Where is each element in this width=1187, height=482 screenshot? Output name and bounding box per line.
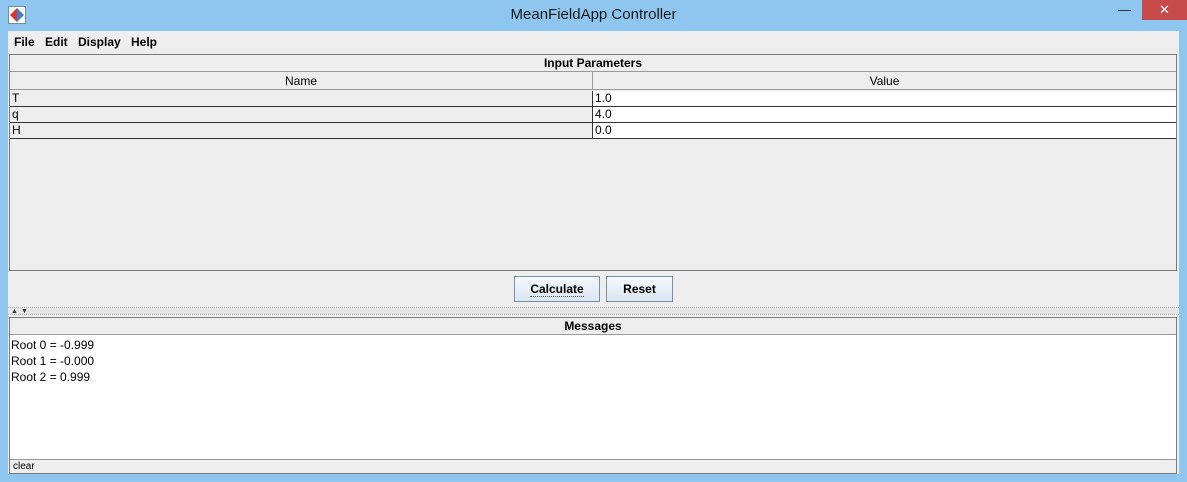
- param-name-cell[interactable]: H: [10, 123, 593, 138]
- message-line: Root 2 = 0.999: [11, 370, 91, 384]
- param-value-cell[interactable]: 4.0: [593, 107, 1176, 122]
- table-row[interactable]: q 4.0: [10, 107, 1176, 123]
- messages-title: Messages: [564, 319, 622, 333]
- clear-messages-link[interactable]: clear: [13, 461, 35, 472]
- calculate-button[interactable]: Calculate: [514, 276, 600, 302]
- column-header-value[interactable]: Value: [593, 72, 1176, 90]
- split-pane-divider[interactable]: ▲ ▼: [8, 307, 1179, 315]
- input-parameters-panel: Input Parameters Name Value T 1.0 q 4.0 …: [9, 54, 1177, 271]
- title-bar[interactable]: MeanFieldApp Controller — ✕: [0, 0, 1187, 31]
- column-header-name[interactable]: Name: [10, 72, 593, 90]
- close-button[interactable]: ✕: [1142, 0, 1187, 20]
- table-row[interactable]: T 1.0: [10, 91, 1176, 107]
- param-value-cell[interactable]: 0.0: [593, 123, 1176, 138]
- messages-text-area[interactable]: Root 0 = -0.999 Root 1 = -0.000 Root 2 =…: [10, 334, 1176, 460]
- calculate-button-label: Calculate: [530, 282, 584, 297]
- message-line: Root 0 = -0.999: [11, 338, 95, 352]
- table-header: Name Value: [10, 71, 1176, 90]
- messages-panel: Messages Root 0 = -0.999 Root 1 = -0.000…: [9, 317, 1177, 474]
- minimize-button[interactable]: —: [1110, 0, 1139, 20]
- menu-file[interactable]: File: [14, 35, 35, 49]
- input-parameters-title: Input Parameters: [543, 56, 643, 70]
- collapse-up-arrow-icon[interactable]: ▲: [11, 308, 18, 315]
- message-line: Root 1 = -0.000: [11, 354, 95, 368]
- app-window: MeanFieldApp Controller — ✕ File Edit Di…: [0, 0, 1187, 482]
- window-title: MeanFieldApp Controller: [510, 6, 677, 23]
- reset-button[interactable]: Reset: [606, 276, 673, 302]
- collapse-down-arrow-icon[interactable]: ▼: [21, 308, 28, 315]
- menu-help[interactable]: Help: [131, 35, 157, 49]
- menu-edit[interactable]: Edit: [45, 35, 68, 49]
- table-row[interactable]: H 0.0: [10, 123, 1176, 139]
- menu-bar: File Edit Display Help: [8, 31, 1179, 53]
- param-name-cell[interactable]: q: [10, 107, 593, 122]
- menu-display[interactable]: Display: [78, 35, 121, 49]
- param-value-cell[interactable]: 1.0: [593, 91, 1176, 106]
- client-area: File Edit Display Help Input Parameters …: [8, 31, 1179, 474]
- param-name-cell[interactable]: T: [10, 91, 593, 106]
